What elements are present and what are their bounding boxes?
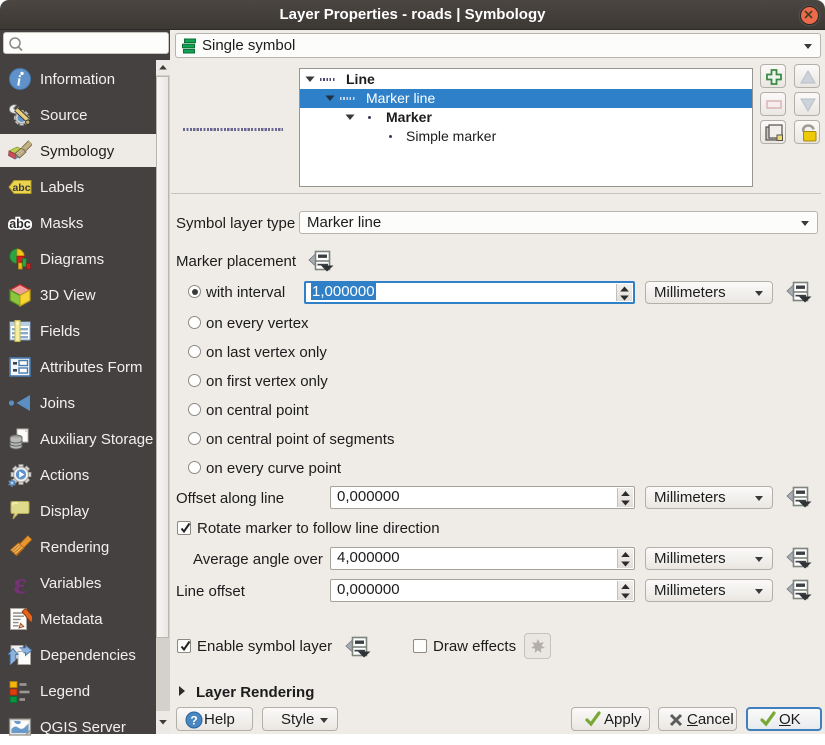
svg-text:ε: ε xyxy=(14,571,27,595)
svg-text:abc: abc xyxy=(9,217,31,231)
svg-text:?: ? xyxy=(190,714,197,728)
svg-text:abc: abc xyxy=(12,182,30,194)
